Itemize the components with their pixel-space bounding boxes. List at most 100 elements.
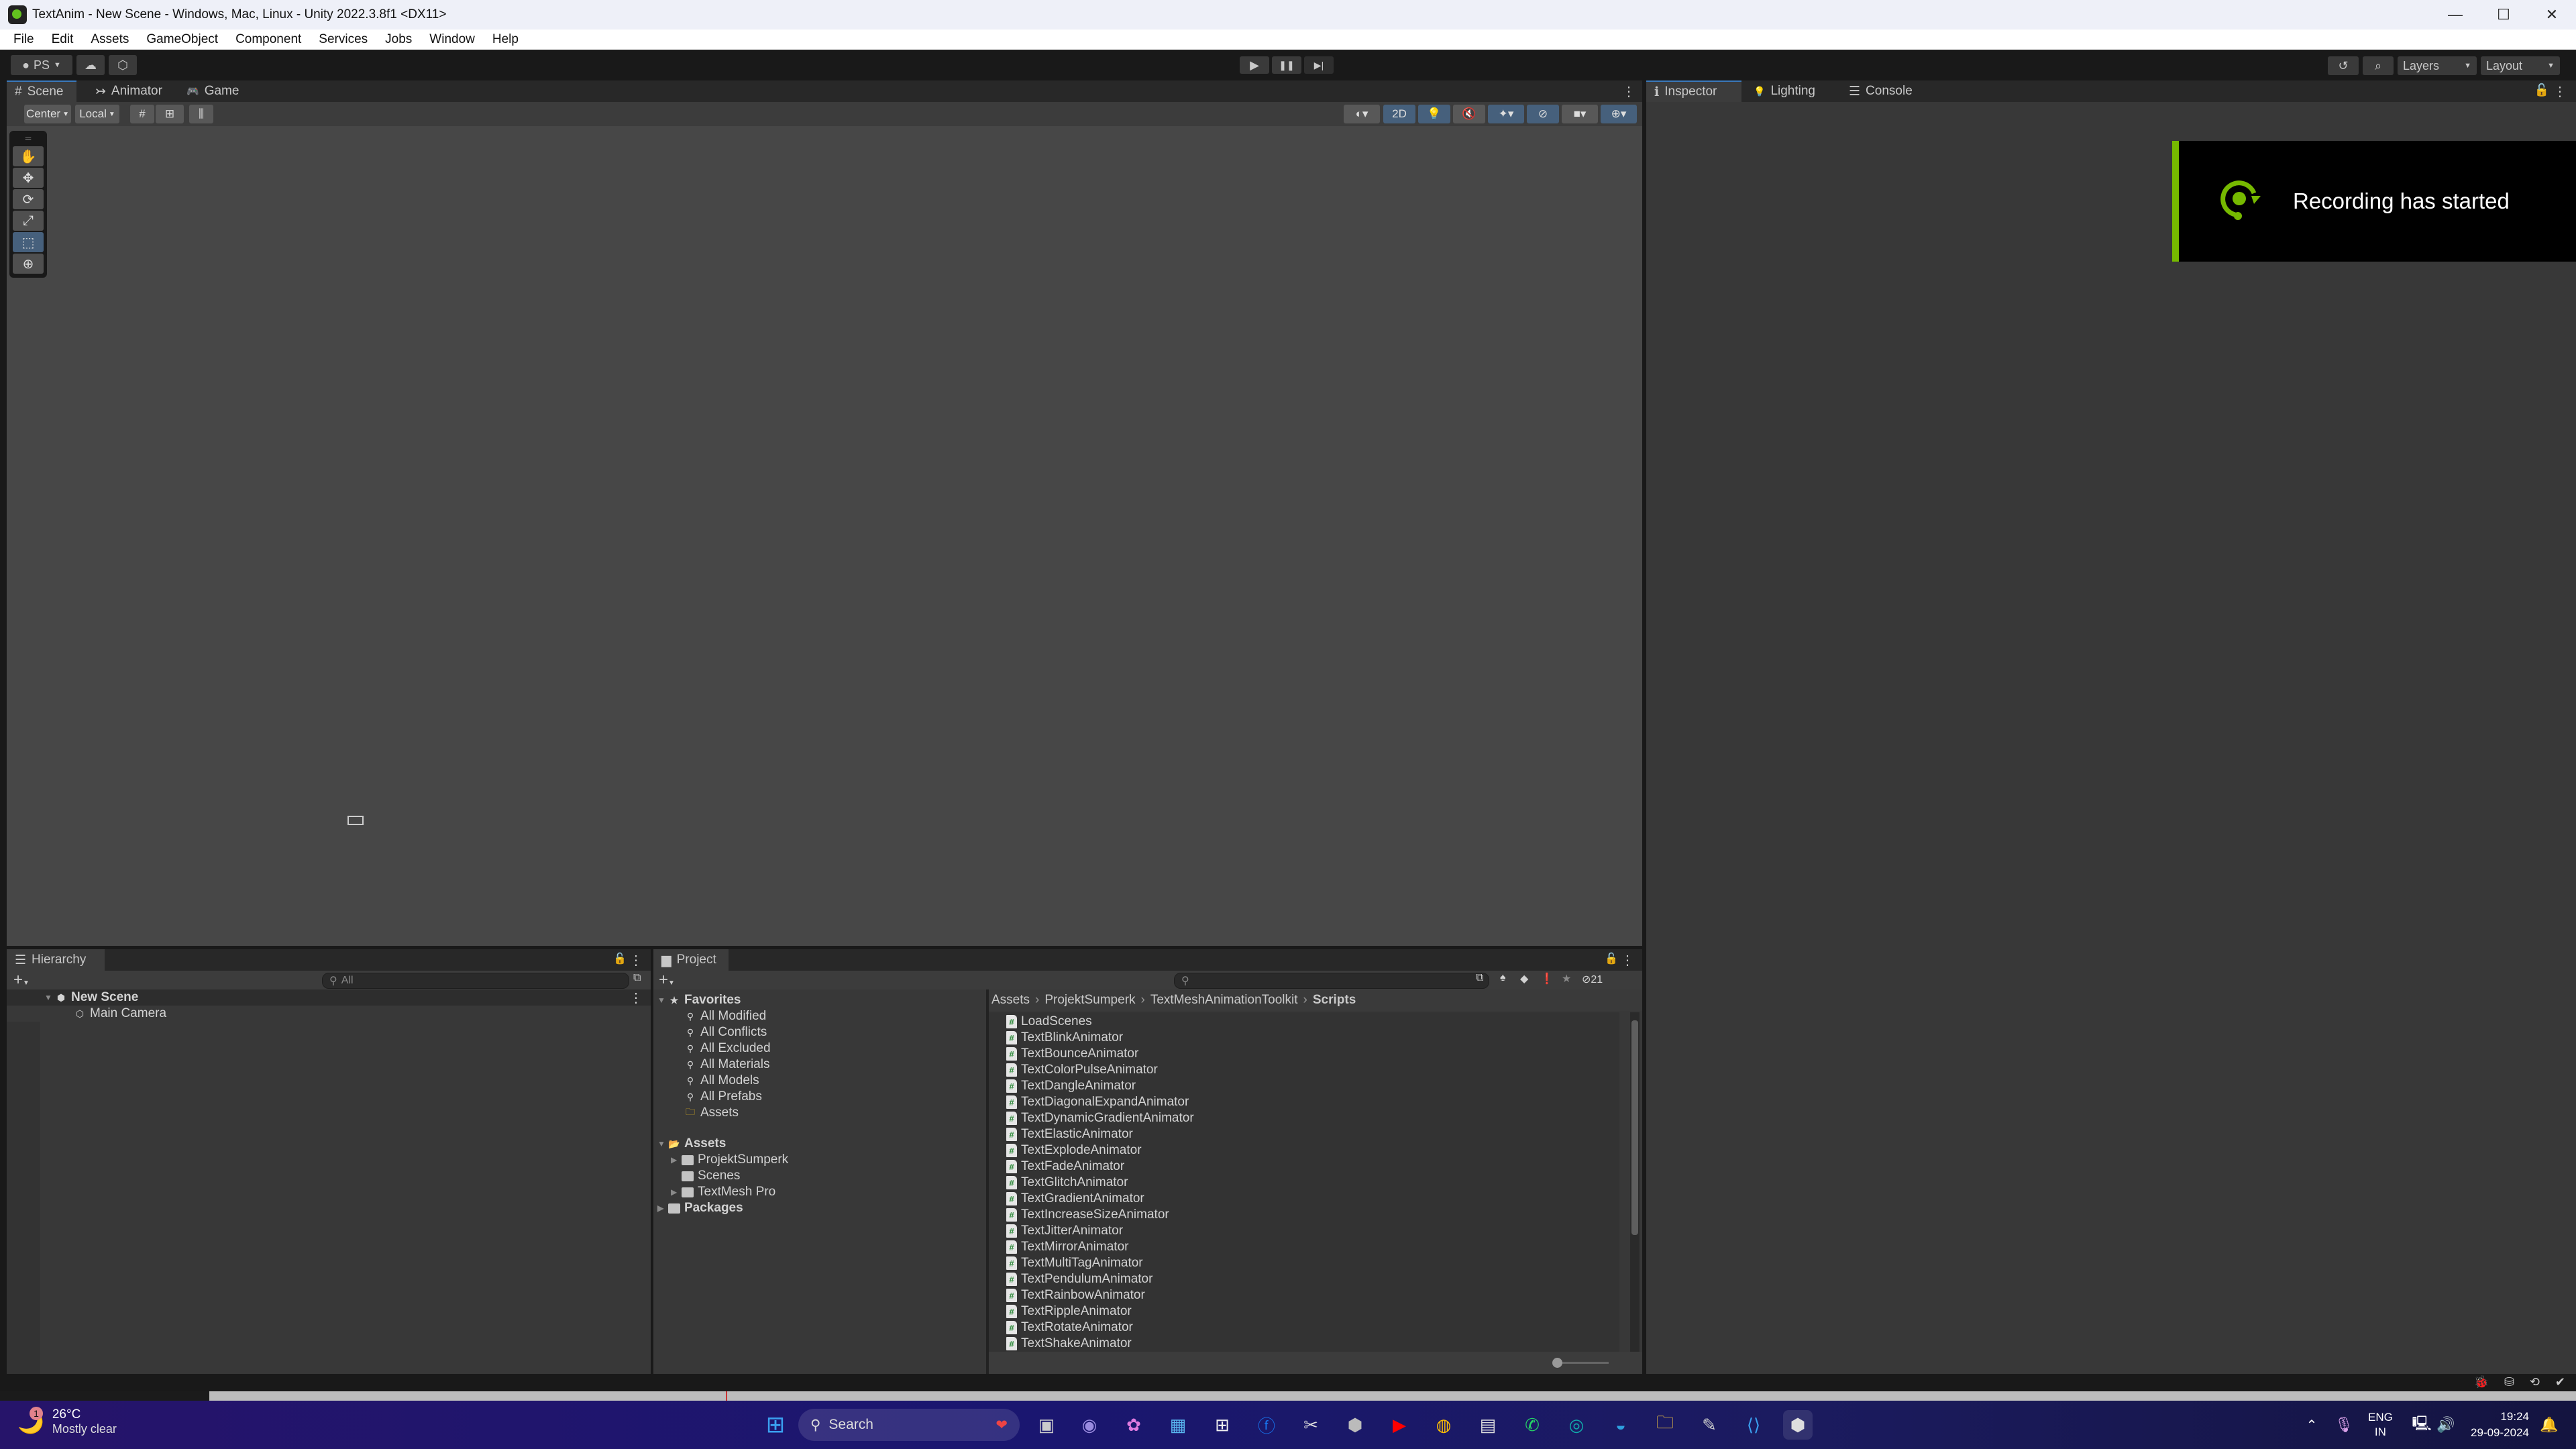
expand-arrow-icon[interactable]: ▶ [657,1203,668,1213]
tab-console[interactable]: ☰ Console [1841,80,1921,102]
file-item[interactable]: # TextRotateAnimator [1006,1320,1133,1336]
lighting-toggle[interactable]: 💡 [1418,105,1450,123]
favorite-item[interactable]: ⚲ All Excluded [684,1040,771,1057]
whatsapp-icon[interactable]: ✆ [1517,1410,1547,1440]
menu-assets[interactable]: Assets [91,32,129,47]
packages-root[interactable]: ▶ Packages [657,1200,743,1216]
maximize-button[interactable]: ☐ [2479,0,2528,30]
more-options-icon[interactable]: ⋮ [1621,952,1634,969]
menu-help[interactable]: Help [492,32,519,47]
filter-by-type-icon[interactable]: ♠ [1500,972,1506,984]
clock[interactable]: 19:24 29-09-2024 [2467,1409,2529,1441]
hand-tool-icon[interactable]: ✋ [13,146,44,166]
icon-size-slider[interactable] [1555,1362,1609,1364]
file-item[interactable]: # TextMirrorAnimator [1006,1239,1128,1255]
version-control-button[interactable]: ⬡ [109,55,137,75]
build-status-icon[interactable]: ✔ [2555,1375,2565,1389]
create-button[interactable]: +▼ [13,971,30,989]
tab-scene[interactable]: # Scene [7,80,76,102]
tab-game[interactable]: 🎮 Game [178,80,247,102]
gizmos-dropdown[interactable]: ⊕▾ [1601,105,1637,123]
notification-bell-icon[interactable]: 🔔 [2534,1410,2564,1440]
debug-mode-icon[interactable]: 🐞 [2474,1375,2489,1389]
file-item[interactable]: # TextDynamicGradientAnimator [1006,1110,1194,1126]
favorite-item[interactable]: 🗀 Assets [684,1105,739,1121]
transform-tool-icon[interactable]: ⊕ [13,254,44,274]
expand-arrow-icon[interactable]: ▼ [44,993,55,1002]
unity-editor-icon[interactable]: ⬢ [1783,1410,1813,1440]
menu-window[interactable]: Window [429,32,475,47]
more-options-icon[interactable]: ⋮ [1622,83,1635,100]
cloud-button[interactable]: ☁ [76,55,105,75]
tab-lighting[interactable]: 💡 Lighting [1746,80,1823,102]
hidden-packages-toggle[interactable]: ⊘21 [1582,973,1603,986]
filter-by-status-icon[interactable]: ❗ [1540,972,1554,985]
file-item[interactable]: # TextShakeAnimator [1006,1336,1132,1352]
menu-component[interactable]: Component [235,32,301,47]
grid-visibility-button[interactable]: # [130,105,154,123]
cache-server-icon[interactable]: ⛁ [2504,1375,2514,1389]
hidden-objects-toggle[interactable]: ⊘ [1527,105,1559,123]
menu-jobs[interactable]: Jobs [385,32,412,47]
file-item[interactable]: # TextMultiTagAnimator [1006,1255,1143,1271]
favorites-header[interactable]: ▼ ★ Favorites [657,992,741,1008]
tab-project[interactable]: ▆ Project [653,949,729,971]
step-button[interactable]: ▶| [1304,56,1334,74]
tab-inspector[interactable]: ℹ Inspector [1646,80,1741,102]
favorite-item[interactable]: ⚲ All Models [684,1073,759,1089]
expand-arrow-icon[interactable]: ▼ [657,996,668,1005]
file-item[interactable]: # TextIncreaseSizeAnimator [1006,1207,1169,1223]
rotate-tool-icon[interactable]: ⟳ [13,189,44,209]
scene-row[interactable]: ▼ ⬢ New Scene ⋮ [7,989,651,1006]
weather-widget[interactable]: 🌙 1 26°C Mostly clear [17,1406,117,1436]
audio-toggle[interactable]: 🔇 [1453,105,1485,123]
control-panel-icon[interactable]: ▦ [1163,1410,1193,1440]
filter-by-label-icon[interactable]: ◆ [1520,972,1528,985]
menu-services[interactable]: Services [319,32,368,47]
windows-start-icon[interactable]: ⊞ [761,1410,790,1440]
create-asset-button[interactable]: +▼ [659,971,675,989]
camera-dropdown[interactable]: ■▾ [1562,105,1598,123]
breadcrumb-item[interactable]: TextMeshAnimationToolkit [1150,993,1298,1008]
terminal-icon[interactable]: ▤ [1473,1410,1503,1440]
menu-edit[interactable]: Edit [52,32,74,47]
youtube-icon[interactable]: ▶ [1385,1410,1414,1440]
taskbar-search[interactable]: ⚲ Search ❤ [798,1409,1020,1441]
volume-icon[interactable]: 🔊 [2431,1410,2461,1440]
file-item[interactable]: # TextGlitchAnimator [1006,1175,1128,1191]
expand-arrow-icon[interactable]: ▼ [657,1139,668,1148]
edge-icon[interactable]: ◒ [1606,1410,1635,1440]
copilot-icon[interactable]: ✿ [1119,1410,1148,1440]
chrome-icon[interactable]: ◍ [1429,1410,1458,1440]
search-scope-icon[interactable]: ⧉ [1476,972,1483,984]
undo-history-button[interactable]: ↺ [2328,56,2359,75]
camera-gizmo[interactable] [347,816,364,825]
breadcrumb-current[interactable]: Scripts [1313,993,1356,1008]
file-item[interactable]: # TextExplodeAnimator [1006,1142,1142,1159]
assets-root[interactable]: ▼ 📂 Assets [657,1136,726,1152]
slider-handle[interactable] [1552,1358,1562,1368]
tab-animator[interactable]: ↣ Animator [87,80,170,102]
favorite-star-icon[interactable]: ★ [1562,972,1571,985]
more-options-icon[interactable]: ⋮ [629,952,643,969]
unity-hub-icon[interactable]: ⬢ [1340,1410,1370,1440]
favorite-item[interactable]: ⚲ All Conflicts [684,1024,767,1040]
lock-icon[interactable]: 🔓 [2534,83,2549,97]
file-item[interactable]: # TextBlinkAnimator [1006,1030,1123,1046]
file-item[interactable]: # LoadScenes [1006,1014,1092,1030]
drag-handle-icon[interactable]: ═ [12,133,44,146]
account-dropdown[interactable]: ● PS ▼ [11,55,72,75]
pause-button[interactable]: ❚❚ [1272,56,1301,74]
menu-gameobject[interactable]: GameObject [146,32,218,47]
project-search-input[interactable]: ⚲ [1174,973,1489,989]
toggle-2d-button[interactable]: 2D [1383,105,1415,123]
file-item[interactable]: # TextRainbowAnimator [1006,1287,1145,1303]
close-button[interactable]: ✕ [2528,0,2576,30]
show-hidden-icons-chevron[interactable]: ⌃ [2297,1410,2326,1440]
pivot-mode-dropdown[interactable]: Center ▼ [24,105,71,123]
lock-icon[interactable]: 🔓 [1605,952,1618,965]
language-indicator[interactable]: ENG IN [2368,1410,2393,1440]
file-list-scrollbar[interactable] [1630,1012,1640,1352]
grid-snapping-button[interactable]: ⊞ [156,105,184,123]
microsoft-store-icon[interactable]: ⊞ [1208,1410,1237,1440]
